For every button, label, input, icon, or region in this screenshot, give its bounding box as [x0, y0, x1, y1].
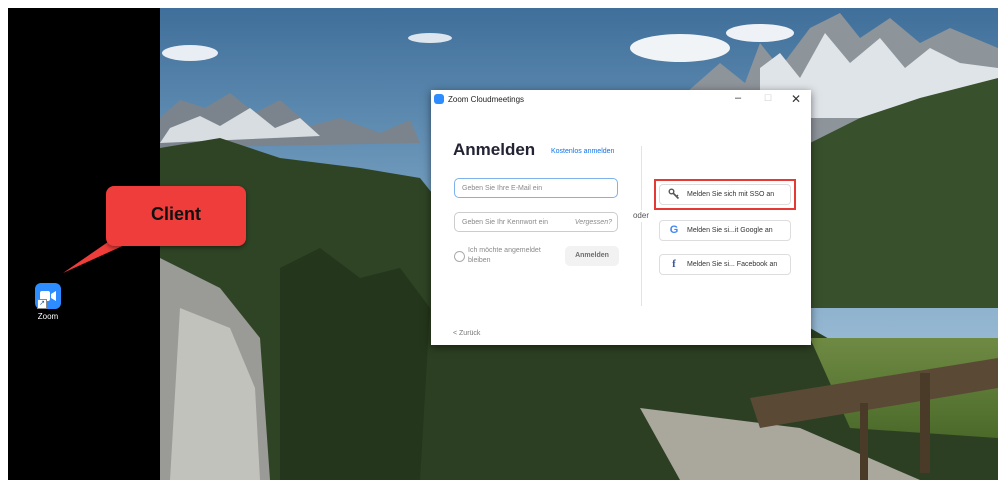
zoom-app-icon: ↗ [35, 283, 61, 309]
zoom-desktop-shortcut[interactable]: ↗ Zoom [28, 283, 68, 321]
back-link[interactable]: < Zurück [453, 330, 480, 337]
screen: ↗ Zoom Client Zoom Cloudmeetings – ☐ ✕ A… [8, 8, 998, 480]
callout-text: Client [150, 204, 201, 224]
facebook-login-button[interactable]: f Melden Sie si... Facebook an [659, 254, 791, 275]
email-placeholder: Geben Sie Ihre E-Mail ein [462, 185, 543, 192]
divider-label: oder [624, 210, 658, 222]
window-title: Zoom Cloudmeetings [448, 95, 525, 104]
client-callout: Client [106, 186, 246, 246]
maximize-button[interactable]: ☐ [759, 93, 777, 104]
remember-label: Ich möchte angemeldet bleiben [468, 247, 541, 264]
password-field[interactable]: Geben Sie Ihr Kennwort ein Vergessen? [454, 212, 618, 232]
window-titlebar[interactable]: Zoom Cloudmeetings – ☐ ✕ [431, 90, 811, 110]
vertical-divider [641, 146, 642, 306]
zoom-app-icon [434, 94, 444, 104]
google-login-button[interactable]: G Melden Sie si...it Google an [659, 220, 791, 241]
facebook-icon: f [672, 258, 676, 270]
sso-highlight-frame [654, 179, 796, 210]
minimize-button[interactable]: – [729, 92, 747, 104]
google-login-label: Melden Sie si...it Google an [687, 227, 773, 234]
forgot-password-link[interactable]: Vergessen? [575, 219, 612, 226]
password-placeholder: Geben Sie Ihr Kennwort ein [462, 219, 548, 226]
remember-checkbox[interactable] [454, 251, 465, 262]
email-field[interactable]: Geben Sie Ihre E-Mail ein [454, 178, 618, 198]
free-signup-link[interactable]: Kostenlos anmelden [551, 148, 614, 155]
facebook-login-label: Melden Sie si... Facebook an [687, 261, 778, 268]
google-icon: G [669, 224, 679, 236]
shortcut-arrow-icon: ↗ [37, 299, 47, 309]
login-button[interactable]: Anmelden [565, 246, 619, 266]
signin-heading: Anmelden [453, 140, 536, 159]
zoom-shortcut-label: Zoom [37, 312, 59, 321]
zoom-login-window: Zoom Cloudmeetings – ☐ ✕ Anmelden Kosten… [431, 90, 811, 345]
close-button[interactable]: ✕ [787, 92, 805, 106]
